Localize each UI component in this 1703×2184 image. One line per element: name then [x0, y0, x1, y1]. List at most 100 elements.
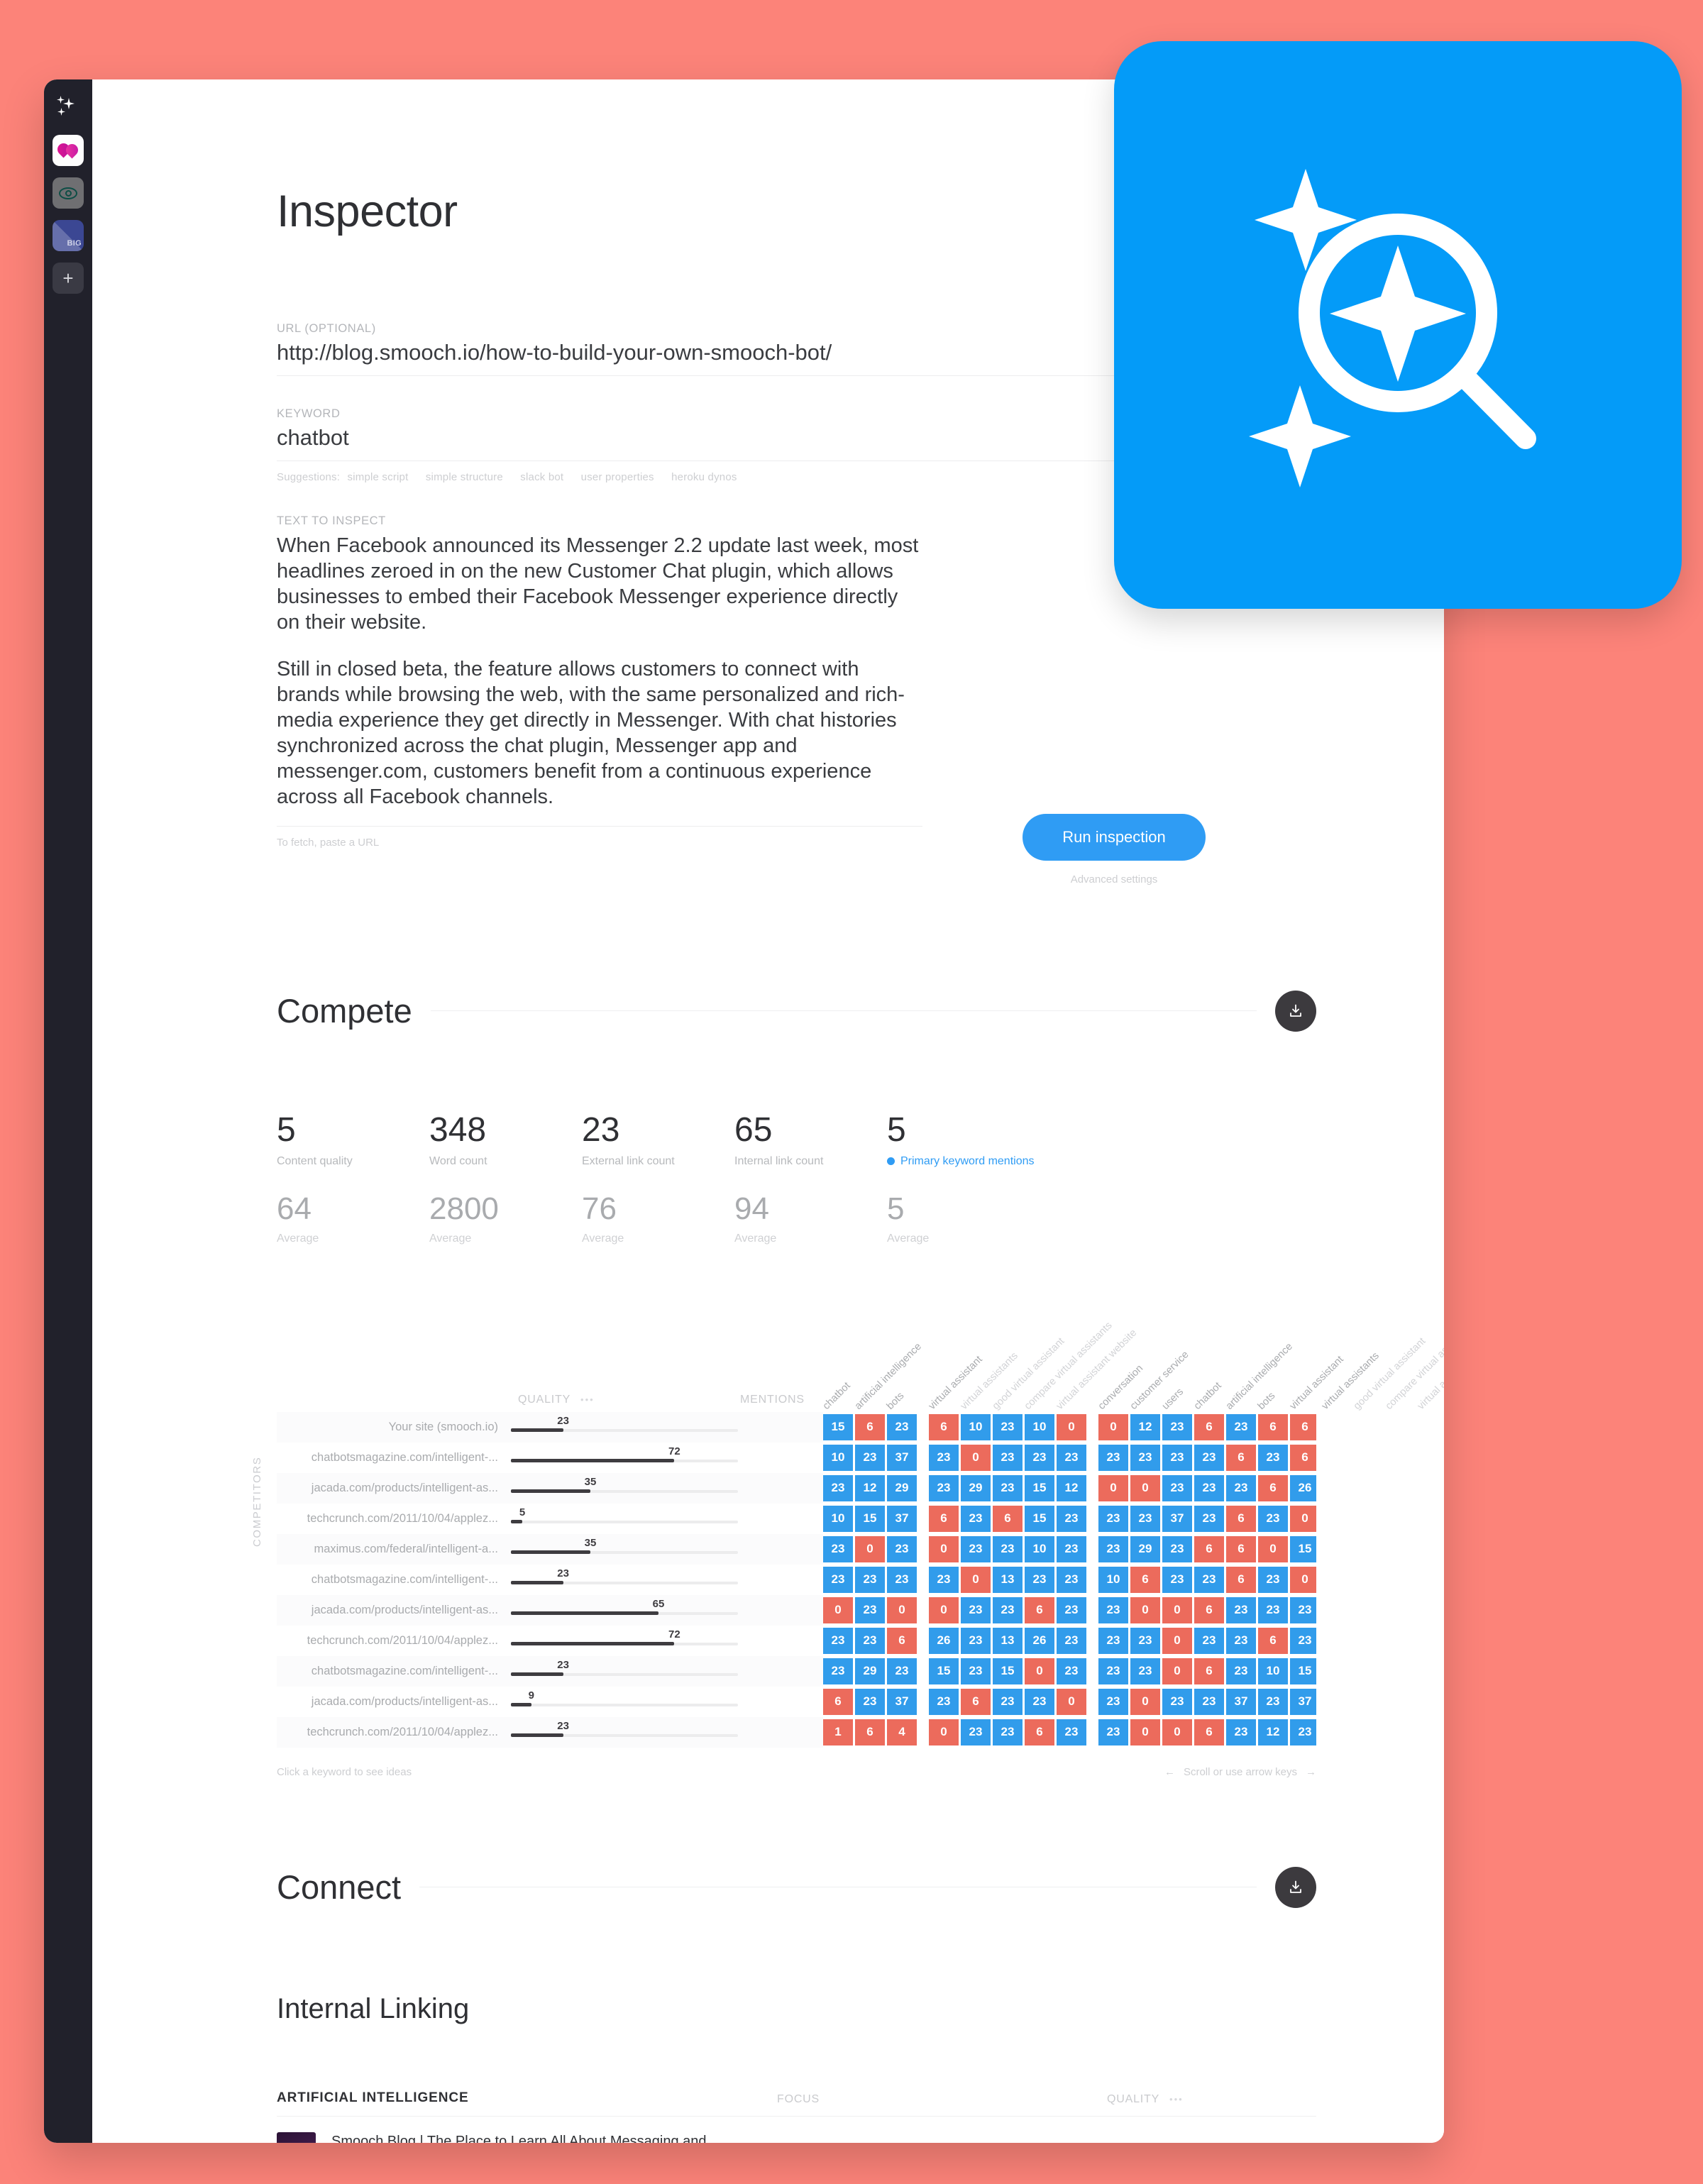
heatmap-cell[interactable]: 12	[855, 1474, 885, 1501]
heatmap-cell[interactable]: 15	[1025, 1505, 1054, 1532]
heatmap-cell[interactable]: 23	[887, 1566, 917, 1593]
suggestion-chip-1[interactable]: simple structure	[426, 471, 503, 483]
heatmap-cell[interactable]: 6	[1226, 1505, 1256, 1532]
heatmap-cell[interactable]: 10	[1098, 1566, 1128, 1593]
heatmap-cell[interactable]: 23	[1057, 1596, 1086, 1623]
heatmap-cell[interactable]: 15	[1290, 1658, 1316, 1684]
heatmap-cell[interactable]: 23	[1130, 1658, 1160, 1684]
connect-download-button[interactable]	[1275, 1866, 1316, 1908]
heatmap-cell[interactable]: 23	[1194, 1566, 1224, 1593]
sidebar-item-sparkles-logo[interactable]	[53, 92, 84, 123]
heatmap-cell[interactable]: 0	[1290, 1566, 1316, 1593]
heatmap-column-header[interactable]: customer service	[1128, 1349, 1191, 1412]
sidebar-item-eye-app[interactable]	[53, 177, 84, 209]
heatmap-cell[interactable]: 0	[823, 1596, 853, 1623]
heatmap-cell[interactable]: 1	[823, 1719, 853, 1745]
heatmap-cell[interactable]: 23	[887, 1535, 917, 1562]
heatmap-cell[interactable]: 6	[1226, 1566, 1256, 1593]
heatmap-column-header[interactable]: chatbot	[821, 1380, 853, 1412]
table-row[interactable]: jacada.com/products/intelligent-as... 35	[277, 1472, 823, 1504]
heatmap-cell[interactable]: 23	[929, 1444, 959, 1471]
heatmap-cell[interactable]: 6	[1025, 1719, 1054, 1745]
heatmap-cell[interactable]: 23	[1098, 1444, 1128, 1471]
heatmap-cell[interactable]: 26	[1290, 1474, 1316, 1501]
heatmap-cell[interactable]: 13	[993, 1566, 1023, 1593]
heatmap-cell[interactable]: 29	[887, 1474, 917, 1501]
heatmap-cell[interactable]: 0	[1130, 1474, 1160, 1501]
heatmap-column-header[interactable]: virtual assistants	[959, 1350, 1020, 1411]
heatmap-cell[interactable]: 23	[993, 1474, 1023, 1501]
heatmap-column-header[interactable]: bots	[1256, 1390, 1278, 1412]
heatmap-cell[interactable]: 13	[993, 1627, 1023, 1654]
heatmap-cell[interactable]: 23	[1194, 1627, 1224, 1654]
heatmap-cell[interactable]: 23	[1162, 1444, 1192, 1471]
heatmap-cell[interactable]: 23	[1162, 1688, 1192, 1715]
heatmap-cell[interactable]: 23	[1130, 1627, 1160, 1654]
heatmap-cell[interactable]: 10	[823, 1505, 853, 1532]
heatmap-cell[interactable]: 23	[1258, 1444, 1288, 1471]
sidebar-item-add-app[interactable]: +	[53, 263, 84, 294]
heatmap-cell[interactable]: 6	[1194, 1719, 1224, 1745]
table-row[interactable]: jacada.com/products/intelligent-as... 9	[277, 1687, 823, 1717]
heatmap-cell[interactable]: 23	[1098, 1688, 1128, 1715]
table-row[interactable]: chatbotsmagazine.com/intelligent-... 72	[277, 1443, 823, 1473]
heatmap-cell[interactable]: 23	[1057, 1444, 1086, 1471]
heatmap-cell[interactable]: 0	[1162, 1627, 1192, 1654]
heatmap-cell[interactable]: 29	[961, 1474, 991, 1501]
heatmap-cell[interactable]: 0	[855, 1535, 885, 1562]
heatmap-cell[interactable]: 6	[961, 1688, 991, 1715]
heatmap-cell[interactable]: 23	[993, 1596, 1023, 1623]
heatmap-cell[interactable]: 6	[1290, 1444, 1316, 1471]
heatmap-cell[interactable]: 23	[1258, 1566, 1288, 1593]
heatmap-cell[interactable]: 15	[855, 1505, 885, 1532]
heatmap-cell[interactable]: 23	[1025, 1566, 1054, 1593]
suggestion-chip-2[interactable]: slack bot	[520, 471, 563, 483]
heatmap-cell[interactable]: 0	[1130, 1719, 1160, 1745]
table-row[interactable]: techcrunch.com/2011/10/04/applez... 23	[277, 1716, 823, 1748]
heatmap-cell[interactable]: 23	[961, 1627, 991, 1654]
heatmap-cell[interactable]: 23	[823, 1627, 853, 1654]
heatmap-cell[interactable]: 23	[1290, 1719, 1316, 1745]
heatmap-cell[interactable]: 6	[1226, 1535, 1256, 1562]
heatmap-cell[interactable]: 0	[1130, 1596, 1160, 1623]
heatmap-cell[interactable]: 6	[1226, 1444, 1256, 1471]
heatmap-cell[interactable]: 23	[1290, 1627, 1316, 1654]
heatmap-cell[interactable]: 0	[961, 1566, 991, 1593]
heatmap-cell[interactable]: 23	[961, 1505, 991, 1532]
quality-options-icon[interactable]: •••	[580, 1394, 595, 1405]
heatmap-cell[interactable]: 23	[1057, 1505, 1086, 1532]
heatmap-cell[interactable]: 23	[929, 1566, 959, 1593]
heatmap-cell[interactable]: 37	[1290, 1688, 1316, 1715]
internal-link-row[interactable]: Smooch Blog | The Place to Learn All Abo…	[277, 2117, 1316, 2143]
heatmap-cell[interactable]: 23	[1258, 1596, 1288, 1623]
heatmap-cell[interactable]: 6	[1025, 1596, 1054, 1623]
heatmap-cell[interactable]: 23	[1098, 1596, 1128, 1623]
table-row[interactable]: chatbotsmagazine.com/intelligent-... 23	[277, 1655, 823, 1687]
heatmap-cell[interactable]: 23	[993, 1413, 1023, 1440]
heatmap-cell[interactable]: 23	[1194, 1688, 1224, 1715]
heatmap-cell[interactable]: 23	[823, 1535, 853, 1562]
heatmap-cell[interactable]: 23	[1226, 1658, 1256, 1684]
heatmap-cell[interactable]: 23	[1057, 1719, 1086, 1745]
heatmap-cell[interactable]: 0	[887, 1596, 917, 1623]
heatmap-cell[interactable]: 29	[1130, 1535, 1160, 1562]
table-row[interactable]: jacada.com/products/intelligent-as... 65	[277, 1594, 823, 1626]
heatmap-cell[interactable]: 23	[993, 1535, 1023, 1562]
heatmap-cell[interactable]: 37	[887, 1505, 917, 1532]
heatmap-cell[interactable]: 6	[1258, 1474, 1288, 1501]
heatmap-cell[interactable]: 23	[1162, 1474, 1192, 1501]
heatmap-cell[interactable]: 12	[1057, 1474, 1086, 1501]
heatmap-cell[interactable]: 6	[1130, 1566, 1160, 1593]
sidebar-item-smooch-app[interactable]	[53, 135, 84, 166]
heatmap-cell[interactable]: 23	[1194, 1444, 1224, 1471]
heatmap-cell[interactable]: 0	[1025, 1658, 1054, 1684]
heatmap-cell[interactable]: 23	[855, 1627, 885, 1654]
heatmap-cell[interactable]: 23	[1194, 1474, 1224, 1501]
heatmap-cell[interactable]: 23	[993, 1719, 1023, 1745]
heatmap-cell[interactable]: 23	[1162, 1535, 1192, 1562]
heatmap-cell[interactable]: 23	[1226, 1413, 1256, 1440]
heatmap-cell[interactable]: 23	[855, 1596, 885, 1623]
heatmap-column-header[interactable]: virtual assistant	[1288, 1354, 1346, 1412]
heatmap-cell[interactable]: 6	[887, 1627, 917, 1654]
heatmap-cell[interactable]: 23	[961, 1719, 991, 1745]
